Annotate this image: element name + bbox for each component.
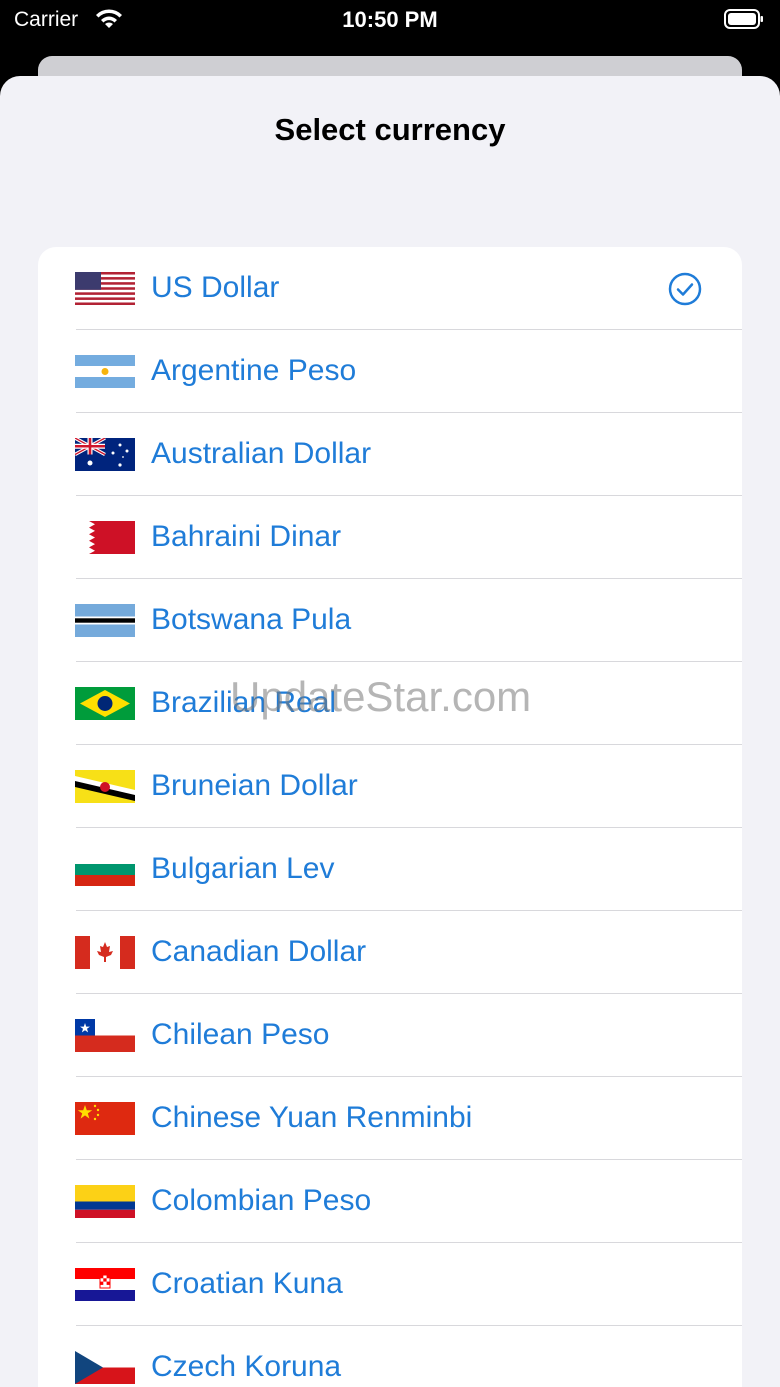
- bn-flag-icon: [75, 770, 135, 803]
- currency-label: Bulgarian Lev: [151, 852, 335, 885]
- currency-label: Czech Koruna: [151, 1350, 342, 1383]
- currency-row-botswana-pula[interactable]: Botswana Pula: [38, 579, 742, 662]
- currency-row-argentine-peso[interactable]: Argentine Peso: [38, 330, 742, 413]
- currency-label: Chilean Peso: [151, 1018, 330, 1051]
- us-flag-icon: [75, 272, 135, 305]
- cn-flag-icon: [75, 1102, 135, 1135]
- currency-row-colombian-peso[interactable]: Colombian Peso: [38, 1160, 742, 1243]
- currency-label: Colombian Peso: [151, 1184, 372, 1217]
- br-flag-icon: [75, 687, 135, 720]
- cz-flag-icon: [75, 1351, 135, 1384]
- currency-row-us-dollar[interactable]: US Dollar: [38, 247, 742, 330]
- currency-row-bahraini-dinar[interactable]: Bahraini Dinar: [38, 496, 742, 579]
- hr-flag-icon: [75, 1268, 135, 1301]
- status-bar: Carrier 10:50 PM: [0, 0, 780, 60]
- co-flag-icon: [75, 1185, 135, 1218]
- ca-flag-icon: [75, 936, 135, 969]
- currency-row-bruneian-dollar[interactable]: Bruneian Dollar: [38, 745, 742, 828]
- currency-row-canadian-dollar[interactable]: Canadian Dollar: [38, 911, 742, 994]
- currency-sheet: Select currency US Dollar Argentine Peso…: [0, 76, 780, 1387]
- checkmark-circle-icon: [668, 272, 702, 306]
- cl-flag-icon: [75, 1019, 135, 1052]
- bg-flag-icon: [75, 853, 135, 886]
- currency-label: Bahraini Dinar: [151, 520, 342, 553]
- currency-row-chilean-peso[interactable]: Chilean Peso: [38, 994, 742, 1077]
- watermark: UpdateStar.com: [230, 673, 532, 720]
- battery-icon: [724, 9, 764, 29]
- currency-label: Bruneian Dollar: [151, 769, 358, 802]
- currency-row-australian-dollar[interactable]: Australian Dollar: [38, 413, 742, 496]
- currency-label: Croatian Kuna: [151, 1267, 343, 1300]
- ar-flag-icon: [75, 355, 135, 388]
- au-flag-icon: [75, 438, 135, 471]
- currency-row-croatian-kuna[interactable]: Croatian Kuna: [38, 1243, 742, 1326]
- currency-label: Canadian Dollar: [151, 935, 367, 968]
- currency-label: Chinese Yuan Renminbi: [151, 1101, 473, 1134]
- currency-label: Botswana Pula: [151, 603, 352, 636]
- currency-list: US Dollar Argentine Peso Australian Doll…: [38, 247, 742, 1387]
- clock: 10:50 PM: [342, 7, 438, 32]
- currency-row-bulgarian-lev[interactable]: Bulgarian Lev: [38, 828, 742, 911]
- currency-row-chinese-yuan-renminbi[interactable]: Chinese Yuan Renminbi: [38, 1077, 742, 1160]
- bw-flag-icon: [75, 604, 135, 637]
- currency-label: US Dollar: [151, 271, 280, 304]
- bh-flag-icon: [75, 521, 135, 554]
- currency-label: Australian Dollar: [151, 437, 372, 470]
- currency-label: Argentine Peso: [151, 354, 357, 387]
- currency-row-czech-koruna[interactable]: Czech Koruna: [38, 1326, 742, 1387]
- sheet-title: Select currency: [274, 112, 506, 147]
